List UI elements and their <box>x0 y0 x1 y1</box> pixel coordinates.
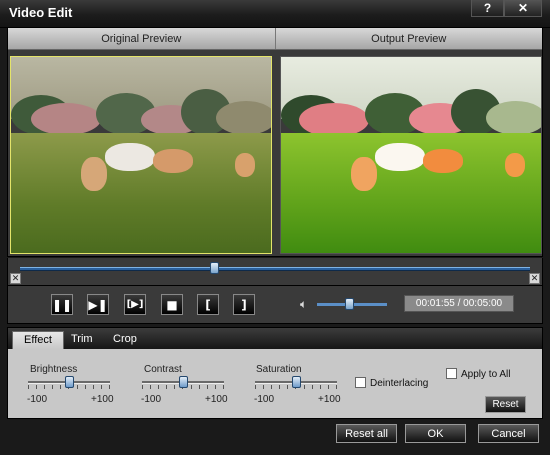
bracket-right-icon: ] <box>241 297 247 312</box>
ok-button[interactable]: OK <box>405 424 466 443</box>
preview-header: Original Preview Output Preview <box>8 28 542 50</box>
reset-all-button[interactable]: Reset all <box>336 424 397 443</box>
pause-button[interactable]: ❚❚ <box>51 294 73 315</box>
apply-to-all-label: Apply to All <box>461 369 511 380</box>
close-button[interactable]: ✕ <box>504 0 542 17</box>
output-video-preview <box>280 56 542 254</box>
volume-icon[interactable]: 🔈︎ <box>300 297 307 312</box>
saturation-max-label: +100 <box>318 394 341 405</box>
seek-bar-area: ✕ ✕ <box>7 258 543 286</box>
cancel-button[interactable]: Cancel <box>478 424 539 443</box>
brightness-slider-thumb[interactable] <box>65 376 74 388</box>
pause-icon: ❚❚ <box>51 297 73 312</box>
trim-end-marker-icon[interactable]: ✕ <box>529 273 540 284</box>
apply-to-all-checkbox[interactable] <box>446 368 457 379</box>
original-preview-label: Original Preview <box>101 32 182 45</box>
original-video-frame <box>11 57 271 253</box>
stop-icon: ■ <box>166 297 178 312</box>
output-video-frame <box>281 57 541 253</box>
seek-track[interactable] <box>20 267 530 271</box>
saturation-label: Saturation <box>256 364 302 375</box>
contrast-slider-thumb[interactable] <box>179 376 188 388</box>
seek-slider-thumb[interactable] <box>209 262 219 274</box>
reset-effect-button[interactable]: Reset <box>485 396 526 413</box>
next-frame-icon: ▶❚ <box>88 297 108 312</box>
volume-slider-thumb[interactable] <box>344 298 354 310</box>
snapshot-frame-button[interactable]: [▶] <box>124 294 146 315</box>
tab-trim[interactable]: Trim <box>60 331 104 349</box>
contrast-min-label: -100 <box>141 394 162 405</box>
bracket-left-icon: [ <box>205 297 211 312</box>
saturation-slider-thumb[interactable] <box>292 376 301 388</box>
deinterlacing-label: Deinterlacing <box>370 378 429 389</box>
trim-start-marker-icon[interactable]: ✕ <box>10 273 21 284</box>
brightness-max-label: +100 <box>91 394 114 405</box>
time-display: 00:01:55 / 00:05:00 <box>404 295 514 312</box>
set-start-button[interactable]: [ <box>197 294 219 315</box>
brightness-min-label: -100 <box>27 394 48 405</box>
player-controls: ❚❚ ▶❚ [▶] ■ [ ] 🔈︎ 00:01:55 / 00:05:00 <box>7 286 543 324</box>
next-frame-button[interactable]: ▶❚ <box>87 294 109 315</box>
stop-button[interactable]: ■ <box>161 294 183 315</box>
edit-tabs-panel: Effect Trim Crop Brightness -100 +100 Co… <box>7 327 543 419</box>
original-video-preview[interactable] <box>10 56 272 254</box>
contrast-label: Contrast <box>144 364 182 375</box>
set-end-button[interactable]: ] <box>233 294 255 315</box>
tab-bar: Effect Trim Crop <box>8 328 542 349</box>
tab-effect[interactable]: Effect <box>12 331 64 349</box>
saturation-min-label: -100 <box>254 394 275 405</box>
help-button[interactable]: ? <box>471 0 504 17</box>
brightness-label: Brightness <box>30 364 78 375</box>
output-preview-label: Output Preview <box>274 28 543 49</box>
deinterlacing-checkbox[interactable] <box>355 377 366 388</box>
window-title: Video Edit <box>9 5 73 20</box>
frame-step-icon: [▶] <box>126 298 144 310</box>
title-bar: Video Edit ? ✕ <box>0 0 550 28</box>
preview-panel: Original Preview Output Preview <box>7 27 543 257</box>
dialog-footer: Reset all OK Cancel <box>0 419 550 455</box>
contrast-max-label: +100 <box>205 394 228 405</box>
tab-crop[interactable]: Crop <box>102 331 148 349</box>
